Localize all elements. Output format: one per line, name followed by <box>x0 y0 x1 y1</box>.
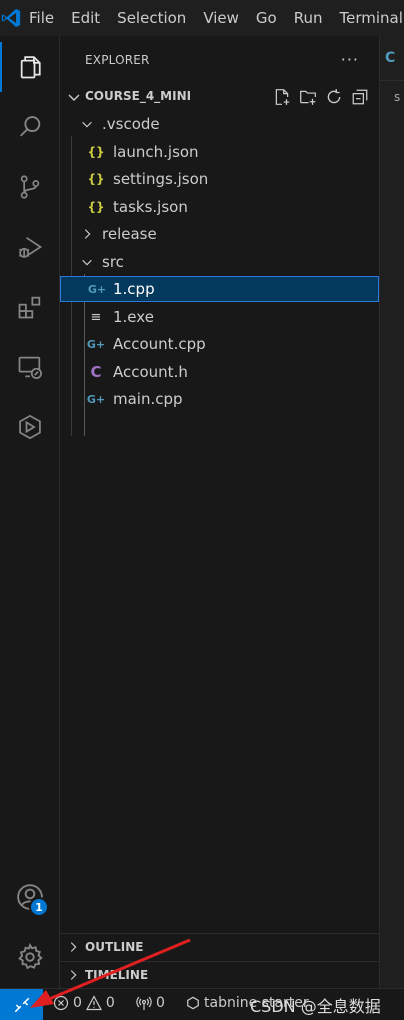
warning-icon <box>85 995 102 1011</box>
json-file-icon: {} <box>87 200 105 214</box>
codeium-icon[interactable] <box>0 402 60 452</box>
chevron-down-icon <box>79 254 95 270</box>
cpp-file-icon: G+ <box>86 392 106 406</box>
vscode-logo-icon <box>0 0 22 36</box>
warning-count: 0 <box>105 995 115 1011</box>
tree-file-1-cpp[interactable]: G+ 1.cpp <box>60 276 379 302</box>
chevron-right-icon <box>66 940 80 957</box>
section-label: TIMELINE <box>85 968 149 982</box>
cpp-file-icon: G+ <box>86 337 106 351</box>
tree-file-main-cpp[interactable]: G+ main.cpp <box>60 386 379 412</box>
csdn-watermark: CSDN @全息数据 <box>250 997 381 1016</box>
tree-file-launch-json[interactable]: {} launch.json <box>60 139 379 165</box>
header-file-icon: C <box>90 363 102 381</box>
tree-label: release <box>102 225 157 243</box>
ports-indicator[interactable]: 0 <box>136 995 165 1011</box>
tree-label: Account.h <box>113 363 188 381</box>
tree-file-settings-json[interactable]: {} settings.json <box>60 166 379 192</box>
tree-label: 1.cpp <box>113 280 155 298</box>
menu-bar: File Edit Selection View Go Run Terminal <box>0 0 404 36</box>
editor-tab[interactable]: C <box>380 36 404 81</box>
tree-folder-vscode[interactable]: .vscode <box>60 111 379 137</box>
tree-label: .vscode <box>102 115 160 133</box>
new-folder-icon[interactable] <box>297 87 319 107</box>
ports-count: 0 <box>156 995 165 1011</box>
outline-section[interactable]: OUTLINE <box>60 933 379 960</box>
search-icon[interactable] <box>0 102 60 152</box>
error-icon <box>53 995 69 1011</box>
tree-file-account-h[interactable]: C Account.h <box>60 359 379 385</box>
activity-bar: 1 <box>0 36 60 988</box>
tree-label: main.cpp <box>113 390 183 408</box>
menu-terminal[interactable]: Terminal <box>333 9 404 27</box>
workspace-actions <box>271 87 371 107</box>
exe-file-icon: ≡ <box>90 309 102 325</box>
tree-file-1-exe[interactable]: ≡ 1.exe <box>60 304 379 330</box>
section-label: OUTLINE <box>85 940 144 954</box>
account-badge: 1 <box>29 897 49 917</box>
tree-label: tasks.json <box>113 198 188 216</box>
problems-indicator[interactable]: 0 0 <box>53 995 115 1011</box>
menu-run[interactable]: Run <box>287 9 333 27</box>
gear-icon[interactable] <box>0 932 60 982</box>
tab-label: C <box>385 50 396 66</box>
chevron-down-icon <box>66 89 82 109</box>
menu-view[interactable]: View <box>196 9 249 27</box>
tree-label: src <box>102 253 124 271</box>
menu-go[interactable]: Go <box>249 9 287 27</box>
tabnine-icon <box>187 996 199 1010</box>
cpp-file-icon: G+ <box>87 282 107 296</box>
explorer-icon[interactable] <box>0 42 60 92</box>
tree-file-account-cpp[interactable]: G+ Account.cpp <box>60 331 379 357</box>
run-and-debug-icon[interactable] <box>0 222 60 272</box>
menu-file[interactable]: File <box>22 9 64 27</box>
tree-folder-release[interactable]: release <box>60 221 379 247</box>
menu-selection[interactable]: Selection <box>110 9 196 27</box>
error-count: 0 <box>73 995 82 1011</box>
broadcast-icon <box>136 996 152 1010</box>
account-icon[interactable] <box>0 872 60 922</box>
workspace-name: COURSE_4_MINI <box>85 89 192 103</box>
extensions-icon[interactable] <box>0 282 60 332</box>
sidebar-title: EXPLORER <box>85 53 150 67</box>
json-file-icon: {} <box>87 172 105 186</box>
chevron-right-icon <box>79 226 95 242</box>
tree-folder-src[interactable]: src <box>60 249 379 275</box>
chevron-right-icon <box>66 968 80 985</box>
tree-label: 1.exe <box>113 308 154 326</box>
remote-explorer-icon[interactable] <box>0 342 60 392</box>
json-file-icon: {} <box>87 145 105 159</box>
collapse-all-icon[interactable] <box>349 87 371 107</box>
more-actions-button[interactable]: ··· <box>341 50 359 69</box>
tree-label: launch.json <box>113 143 199 161</box>
explorer-sidebar: EXPLORER ··· COURSE_4_MINI .vscode {} la… <box>60 36 380 988</box>
breadcrumb: s <box>394 90 401 104</box>
chevron-down-icon <box>79 116 95 132</box>
editor-area <box>380 36 404 988</box>
tree-label: settings.json <box>113 170 209 188</box>
tree-file-tasks-json[interactable]: {} tasks.json <box>60 194 379 220</box>
source-control-icon[interactable] <box>0 162 60 212</box>
workspace-header[interactable]: COURSE_4_MINI <box>60 86 379 108</box>
timeline-section[interactable]: TIMELINE <box>60 961 379 988</box>
new-file-icon[interactable] <box>271 87 293 107</box>
remote-indicator-button[interactable] <box>0 989 43 1020</box>
status-bar: 0 0 0 tabnine starter CSDN @全息数据 <box>0 988 404 1020</box>
menu-edit[interactable]: Edit <box>64 9 110 27</box>
tree-label: Account.cpp <box>113 335 206 353</box>
refresh-icon[interactable] <box>323 87 345 107</box>
